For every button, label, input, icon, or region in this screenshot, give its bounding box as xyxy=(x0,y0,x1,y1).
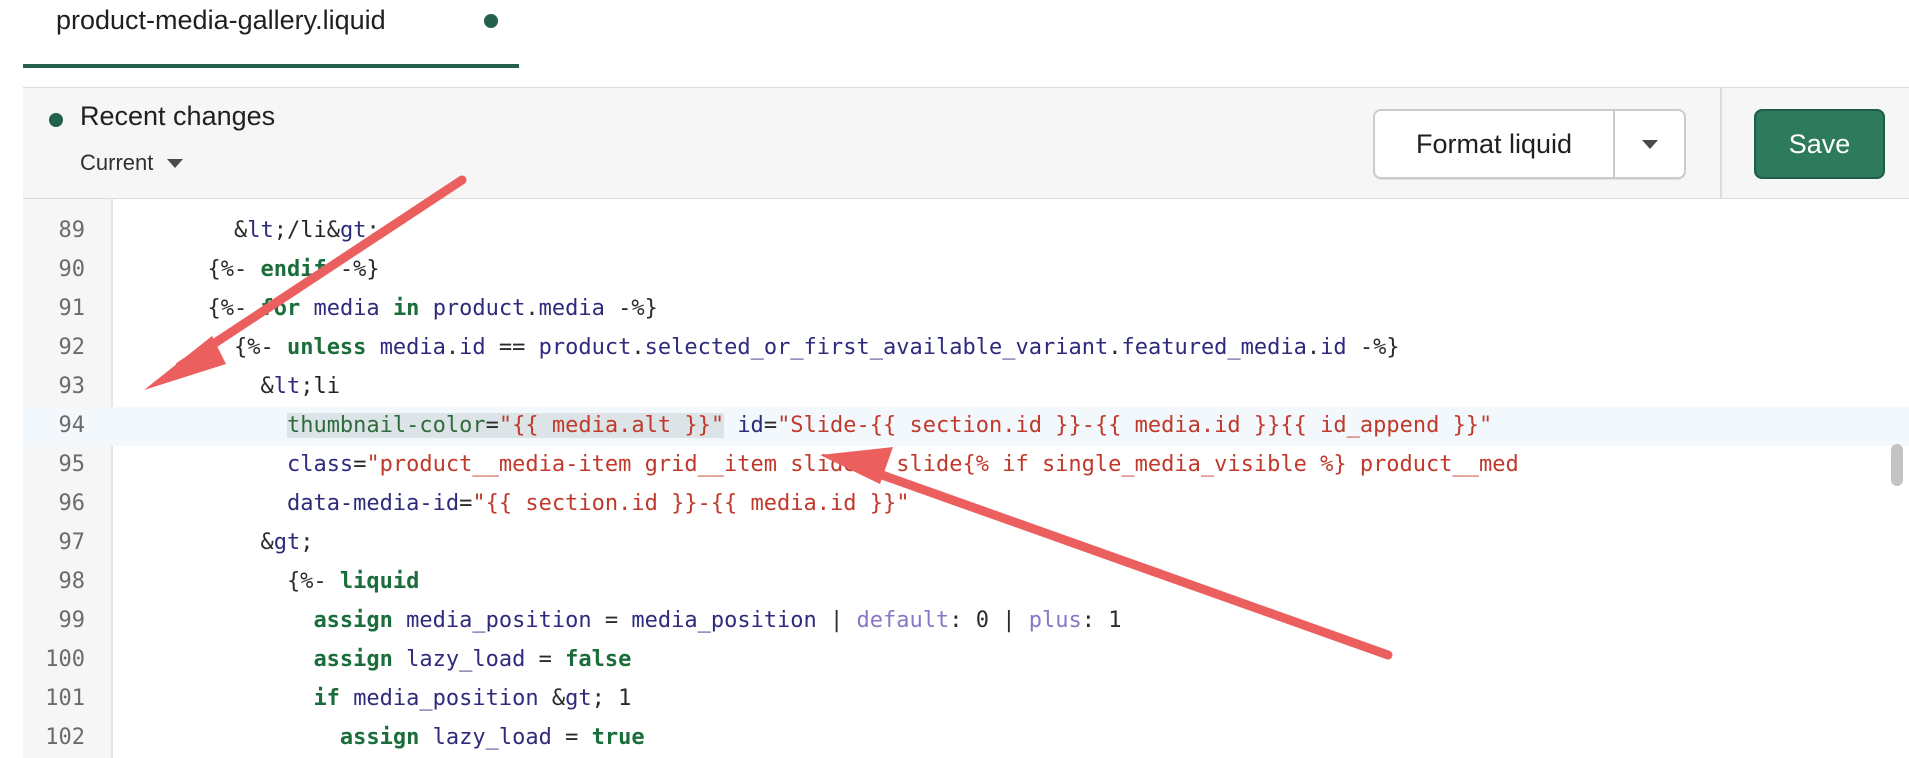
line-number: 92 xyxy=(58,335,86,360)
code-line-100[interactable]: 100 assign lazy_load = false xyxy=(23,641,1909,680)
format-liquid-button[interactable]: Format liquid xyxy=(1375,111,1613,177)
caret-down-icon xyxy=(167,158,184,168)
code-line-89[interactable]: 89 &lt;/li&gt; xyxy=(23,212,1909,251)
version-select[interactable]: Current xyxy=(80,148,184,178)
save-button[interactable]: Save xyxy=(1754,109,1885,179)
code-line-97[interactable]: 97 &gt; xyxy=(23,524,1909,563)
code-line-99[interactable]: 99 assign media_position = media_positio… xyxy=(23,602,1909,641)
code-text: assign media_position = media_position |… xyxy=(313,608,1122,633)
code-editor[interactable]: 89 &lt;/li&gt; 90 {%- endif -%} 91 {%- for… xyxy=(23,199,1909,758)
line-number: 90 xyxy=(58,257,86,282)
line-number: 94 xyxy=(58,413,86,438)
code-line-102[interactable]: 102 assign lazy_load = true xyxy=(23,719,1909,758)
code-line-92[interactable]: 92 {%- unless media.id == product.select… xyxy=(23,329,1909,368)
code-text: assign lazy_load = true xyxy=(339,725,645,750)
code-line-101[interactable]: 101 if media_position &gt; 1 xyxy=(23,680,1909,719)
file-tab-label: product-media-gallery.liquid xyxy=(56,5,386,35)
code-line-95[interactable]: 95 class="product__media-item grid__item… xyxy=(23,446,1909,485)
code-line-90[interactable]: 90 {%- endif -%} xyxy=(23,251,1909,290)
code-line-91[interactable]: 91 {%- for media in product.media -%} xyxy=(23,290,1909,329)
code-text: &lt;/li&gt; xyxy=(128,218,380,243)
spacer xyxy=(23,68,1909,87)
line-number: 98 xyxy=(58,569,86,594)
editor-toolbar: Recent changes Current Format liquid Sav… xyxy=(23,87,1909,200)
toolbar-separator xyxy=(1720,88,1722,200)
line-number: 101 xyxy=(45,686,85,711)
code-text: data-media-id="{{ section.id }}-{{ media… xyxy=(286,491,910,516)
version-select-label: Current xyxy=(80,150,154,175)
line-number: 102 xyxy=(45,725,85,750)
code-text: {%- for media in product.media -%} xyxy=(128,296,658,321)
left-rail xyxy=(0,0,24,758)
code-line-93[interactable]: 93 &lt;li xyxy=(23,368,1909,407)
code-text: {%- liquid xyxy=(128,569,420,594)
line-number: 96 xyxy=(58,491,86,516)
code-text: thumbnail-color="{{ media.alt }}" id="Sl… xyxy=(286,413,1493,438)
vertical-scrollbar[interactable] xyxy=(1891,444,1903,486)
caret-down-icon xyxy=(1641,139,1658,149)
format-button-group: Format liquid xyxy=(1373,109,1686,179)
recent-changes-title: Recent changes xyxy=(80,101,276,131)
code-line-94[interactable]: 94 thumbnail-color="{{ media.alt }}" id=… xyxy=(23,407,1909,446)
line-number: 91 xyxy=(58,296,86,321)
code-text: assign lazy_load = false xyxy=(313,647,632,672)
code-text: &gt; xyxy=(128,530,314,555)
code-text: &lt;li xyxy=(128,374,340,399)
format-options-button[interactable] xyxy=(1615,111,1684,177)
line-number: 97 xyxy=(58,530,86,555)
line-number: 95 xyxy=(58,452,86,477)
status-dot-icon xyxy=(49,113,63,127)
code-line-96[interactable]: 96 data-media-id="{{ section.id }}-{{ me… xyxy=(23,485,1909,524)
line-number: 100 xyxy=(45,647,85,672)
file-tab-bar: product-media-gallery.liquid xyxy=(23,0,1909,69)
file-tab[interactable]: product-media-gallery.liquid xyxy=(23,0,519,68)
code-line-98[interactable]: 98 {%- liquid xyxy=(23,563,1909,602)
theme-code-editor: product-media-gallery.liquid Recent chan… xyxy=(0,0,1909,758)
line-number: 89 xyxy=(58,218,86,243)
code-text: {%- unless media.id == product.selected_… xyxy=(128,335,1400,360)
unsaved-dot-icon xyxy=(484,14,498,28)
code-text: {%- endif -%} xyxy=(128,257,380,282)
code-text: if media_position &gt; 1 xyxy=(313,686,632,711)
line-number: 93 xyxy=(58,374,86,399)
code-text: class="product__media-item grid__item sl… xyxy=(286,452,1519,477)
line-number: 99 xyxy=(58,608,86,633)
